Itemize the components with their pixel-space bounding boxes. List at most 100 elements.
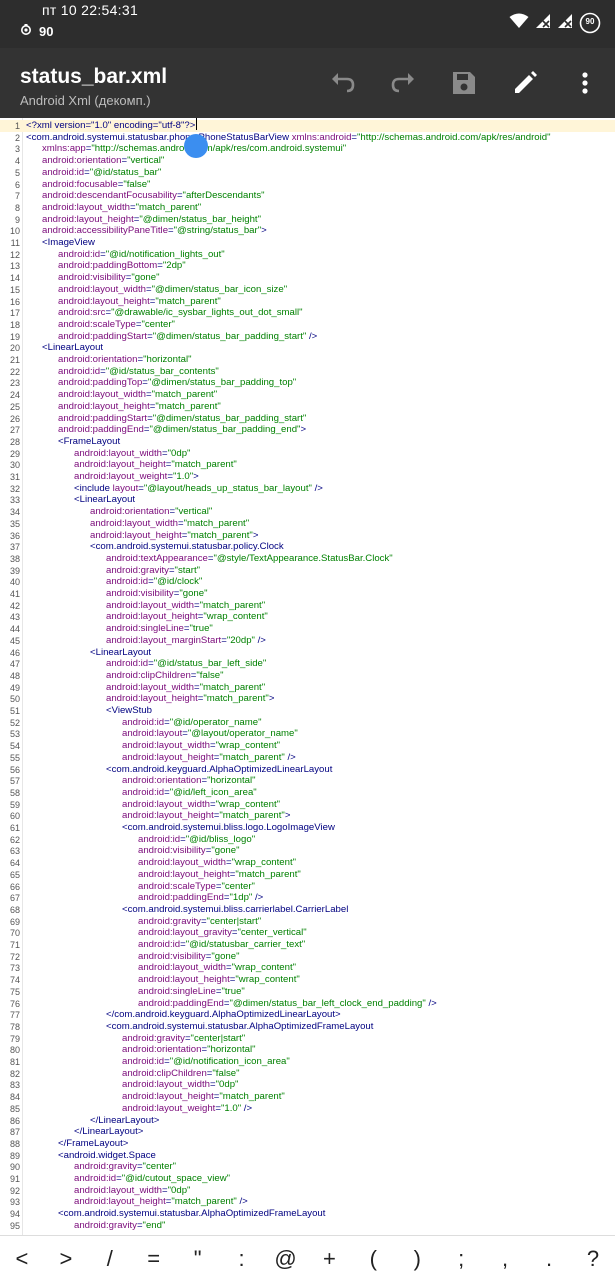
code-line[interactable]: 67 android:paddingEnd="1dp" /> [0,892,615,904]
code-line[interactable]: 43 android:layout_height="wrap_content" [0,611,615,623]
code-line[interactable]: 75 android:singleLine="true" [0,986,615,998]
code-line[interactable]: 11 <ImageView [0,237,615,249]
code-line[interactable]: 53 android:layout="@layout/operator_name" [0,728,615,740]
redo-button[interactable] [381,61,425,105]
code-line[interactable]: 31 android:layout_weight="1.0"> [0,471,615,483]
code-line[interactable]: 64 android:layout_width="wrap_content" [0,857,615,869]
code-line[interactable]: 71 android:id="@id/statusbar_carrier_text… [0,939,615,951]
code-line[interactable]: 89 <android.widget.Space [0,1150,615,1162]
code-line[interactable]: 15 android:layout_width="@dimen/status_ba… [0,284,615,296]
code-line[interactable]: 84 android:layout_height="match_parent" [0,1091,615,1103]
code-line[interactable]: 78 <com.android.systemui.statusbar.AlphaO… [0,1021,615,1033]
code-line[interactable]: 22 android:id="@id/status_bar_contents" [0,366,615,378]
code-line[interactable]: 93 android:layout_height="match_parent" /… [0,1196,615,1208]
code-line[interactable]: 55 android:layout_height="match_parent" /… [0,752,615,764]
code-line[interactable]: 51 <ViewStub [0,705,615,717]
code-line[interactable]: 77 </com.android.keyguard.AlphaOptimizedL… [0,1009,615,1021]
code-line[interactable]: 26 android:paddingStart="@dimen/status_ba… [0,413,615,425]
code-line[interactable]: 66 android:scaleType="center" [0,881,615,893]
symbol-key[interactable]: @ [265,1246,305,1272]
code-line[interactable]: 92 android:layout_width="0dp" [0,1185,615,1197]
code-line[interactable]: 20 <LinearLayout [0,342,615,354]
code-line[interactable]: 95 android:gravity="end" [0,1220,615,1232]
code-line[interactable]: 40 android:id="@id/clock" [0,576,615,588]
code-line[interactable]: 9 android:layout_height="@dimen/status_ba… [0,214,615,226]
code-line[interactable]: 38 android:textAppearance="@style/TextApp… [0,553,615,565]
code-line[interactable]: 39 android:gravity="start" [0,565,615,577]
undo-button[interactable] [321,61,365,105]
symbol-key[interactable]: > [46,1246,86,1272]
code-line[interactable]: 65 android:layout_height="match_parent" [0,869,615,881]
symbol-key[interactable]: ? [573,1246,613,1272]
code-line[interactable]: 87 </LinearLayout> [0,1126,615,1138]
code-line[interactable]: 16 android:layout_height="match_parent" [0,296,615,308]
symbol-key[interactable]: < [2,1246,42,1272]
symbol-key[interactable]: = [134,1246,174,1272]
code-line[interactable]: 61 <com.android.systemui.bliss.logo.LogoI… [0,822,615,834]
code-line[interactable]: 10 android:accessibilityPaneTitle="@strin… [0,225,615,237]
symbol-key[interactable]: " [178,1246,218,1272]
symbol-key[interactable]: . [529,1246,569,1272]
overflow-menu-button[interactable] [563,61,607,105]
code-line[interactable]: 45 android:layout_marginStart="20dp" /> [0,635,615,647]
code-line[interactable]: 60 android:layout_height="match_parent"> [0,810,615,822]
code-line[interactable]: 72 android:visibility="gone" [0,951,615,963]
code-line[interactable]: 41 android:visibility="gone" [0,588,615,600]
code-line[interactable]: 27 android:paddingEnd="@dimen/status_bar_… [0,424,615,436]
code-line[interactable]: 4 android:orientation="vertical" [0,155,615,167]
code-line[interactable]: 80 android:orientation="horizontal" [0,1044,615,1056]
code-line[interactable]: 76 android:paddingEnd="@dimen/status_bar_… [0,998,615,1010]
code-line[interactable]: 83 android:layout_width="0dp" [0,1079,615,1091]
save-button[interactable] [442,61,486,105]
code-line[interactable]: 3 xmlns:app="http://schemas.android.com/a… [0,143,615,155]
code-line[interactable]: 82 android:clipChildren="false" [0,1068,615,1080]
code-line[interactable]: 62 android:id="@id/bliss_logo" [0,834,615,846]
code-line[interactable]: 18 android:scaleType="center" [0,319,615,331]
code-line[interactable]: 56 <com.android.keyguard.AlphaOptimizedLi… [0,764,615,776]
code-line[interactable]: 59 android:layout_width="wrap_content" [0,799,615,811]
code-line[interactable]: 30 android:layout_height="match_parent" [0,459,615,471]
symbol-key[interactable]: ) [397,1246,437,1272]
code-line[interactable]: 70 android:layout_gravity="center_vertica… [0,927,615,939]
code-line[interactable]: 6 android:focusable="false" [0,179,615,191]
edit-button[interactable] [503,61,547,105]
code-line[interactable]: 46 <LinearLayout [0,647,615,659]
code-line[interactable]: 34 android:orientation="vertical" [0,506,615,518]
code-line[interactable]: 25 android:layout_height="match_parent" [0,401,615,413]
symbol-key[interactable]: + [309,1246,349,1272]
symbol-key[interactable]: ( [353,1246,393,1272]
code-line[interactable]: 74 android:layout_height="wrap_content" [0,974,615,986]
code-line[interactable]: 54 android:layout_width="wrap_content" [0,740,615,752]
code-line[interactable]: 33 <LinearLayout [0,494,615,506]
code-line[interactable]: 94 <com.android.systemui.statusbar.AlphaO… [0,1208,615,1220]
code-line[interactable]: 19 android:paddingStart="@dimen/status_ba… [0,331,615,343]
code-line[interactable]: 50 android:layout_height="match_parent"> [0,693,615,705]
code-editor[interactable]: 1 <?xml version="1.0" encoding="utf-8"?> 2… [0,118,615,1235]
code-line[interactable]: 91 android:id="@id/cutout_space_view" [0,1173,615,1185]
code-line[interactable]: 21 android:orientation="horizontal" [0,354,615,366]
symbol-key[interactable]: : [222,1246,262,1272]
code-line[interactable]: 88 </FrameLayout> [0,1138,615,1150]
cursor-handle[interactable] [184,134,208,158]
code-line[interactable]: 86 </LinearLayout> [0,1115,615,1127]
code-line[interactable]: 44 android:singleLine="true" [0,623,615,635]
code-line[interactable]: 68 <com.android.systemui.bliss.carrierlab… [0,904,615,916]
code-line[interactable]: 5 android:id="@id/status_bar" [0,167,615,179]
code-line[interactable]: 36 android:layout_height="match_parent"> [0,530,615,542]
code-line[interactable]: 57 android:orientation="horizontal" [0,775,615,787]
code-line[interactable]: 17 android:src="@drawable/ic_sysbar_light… [0,307,615,319]
code-line[interactable]: 58 android:id="@id/left_icon_area" [0,787,615,799]
code-line[interactable]: 81 android:id="@id/notification_icon_area… [0,1056,615,1068]
code-line[interactable]: 69 android:gravity="center|start" [0,916,615,928]
code-line[interactable]: 85 android:layout_weight="1.0" /> [0,1103,615,1115]
code-line[interactable]: 2 <com.android.systemui.statusbar.phone.P… [0,132,615,144]
code-line[interactable]: 63 android:visibility="gone" [0,845,615,857]
code-line[interactable]: 79 android:gravity="center|start" [0,1033,615,1045]
code-line[interactable]: 37 <com.android.systemui.statusbar.policy… [0,541,615,553]
code-line[interactable]: 49 android:layout_width="match_parent" [0,682,615,694]
code-line[interactable]: 7 android:descendantFocusability="afterDe… [0,190,615,202]
code-line[interactable]: 24 android:layout_width="match_parent" [0,389,615,401]
code-line[interactable]: 35 android:layout_width="match_parent" [0,518,615,530]
code-line[interactable]: 8 android:layout_width="match_parent" [0,202,615,214]
code-line[interactable]: 52 android:id="@id/operator_name" [0,717,615,729]
